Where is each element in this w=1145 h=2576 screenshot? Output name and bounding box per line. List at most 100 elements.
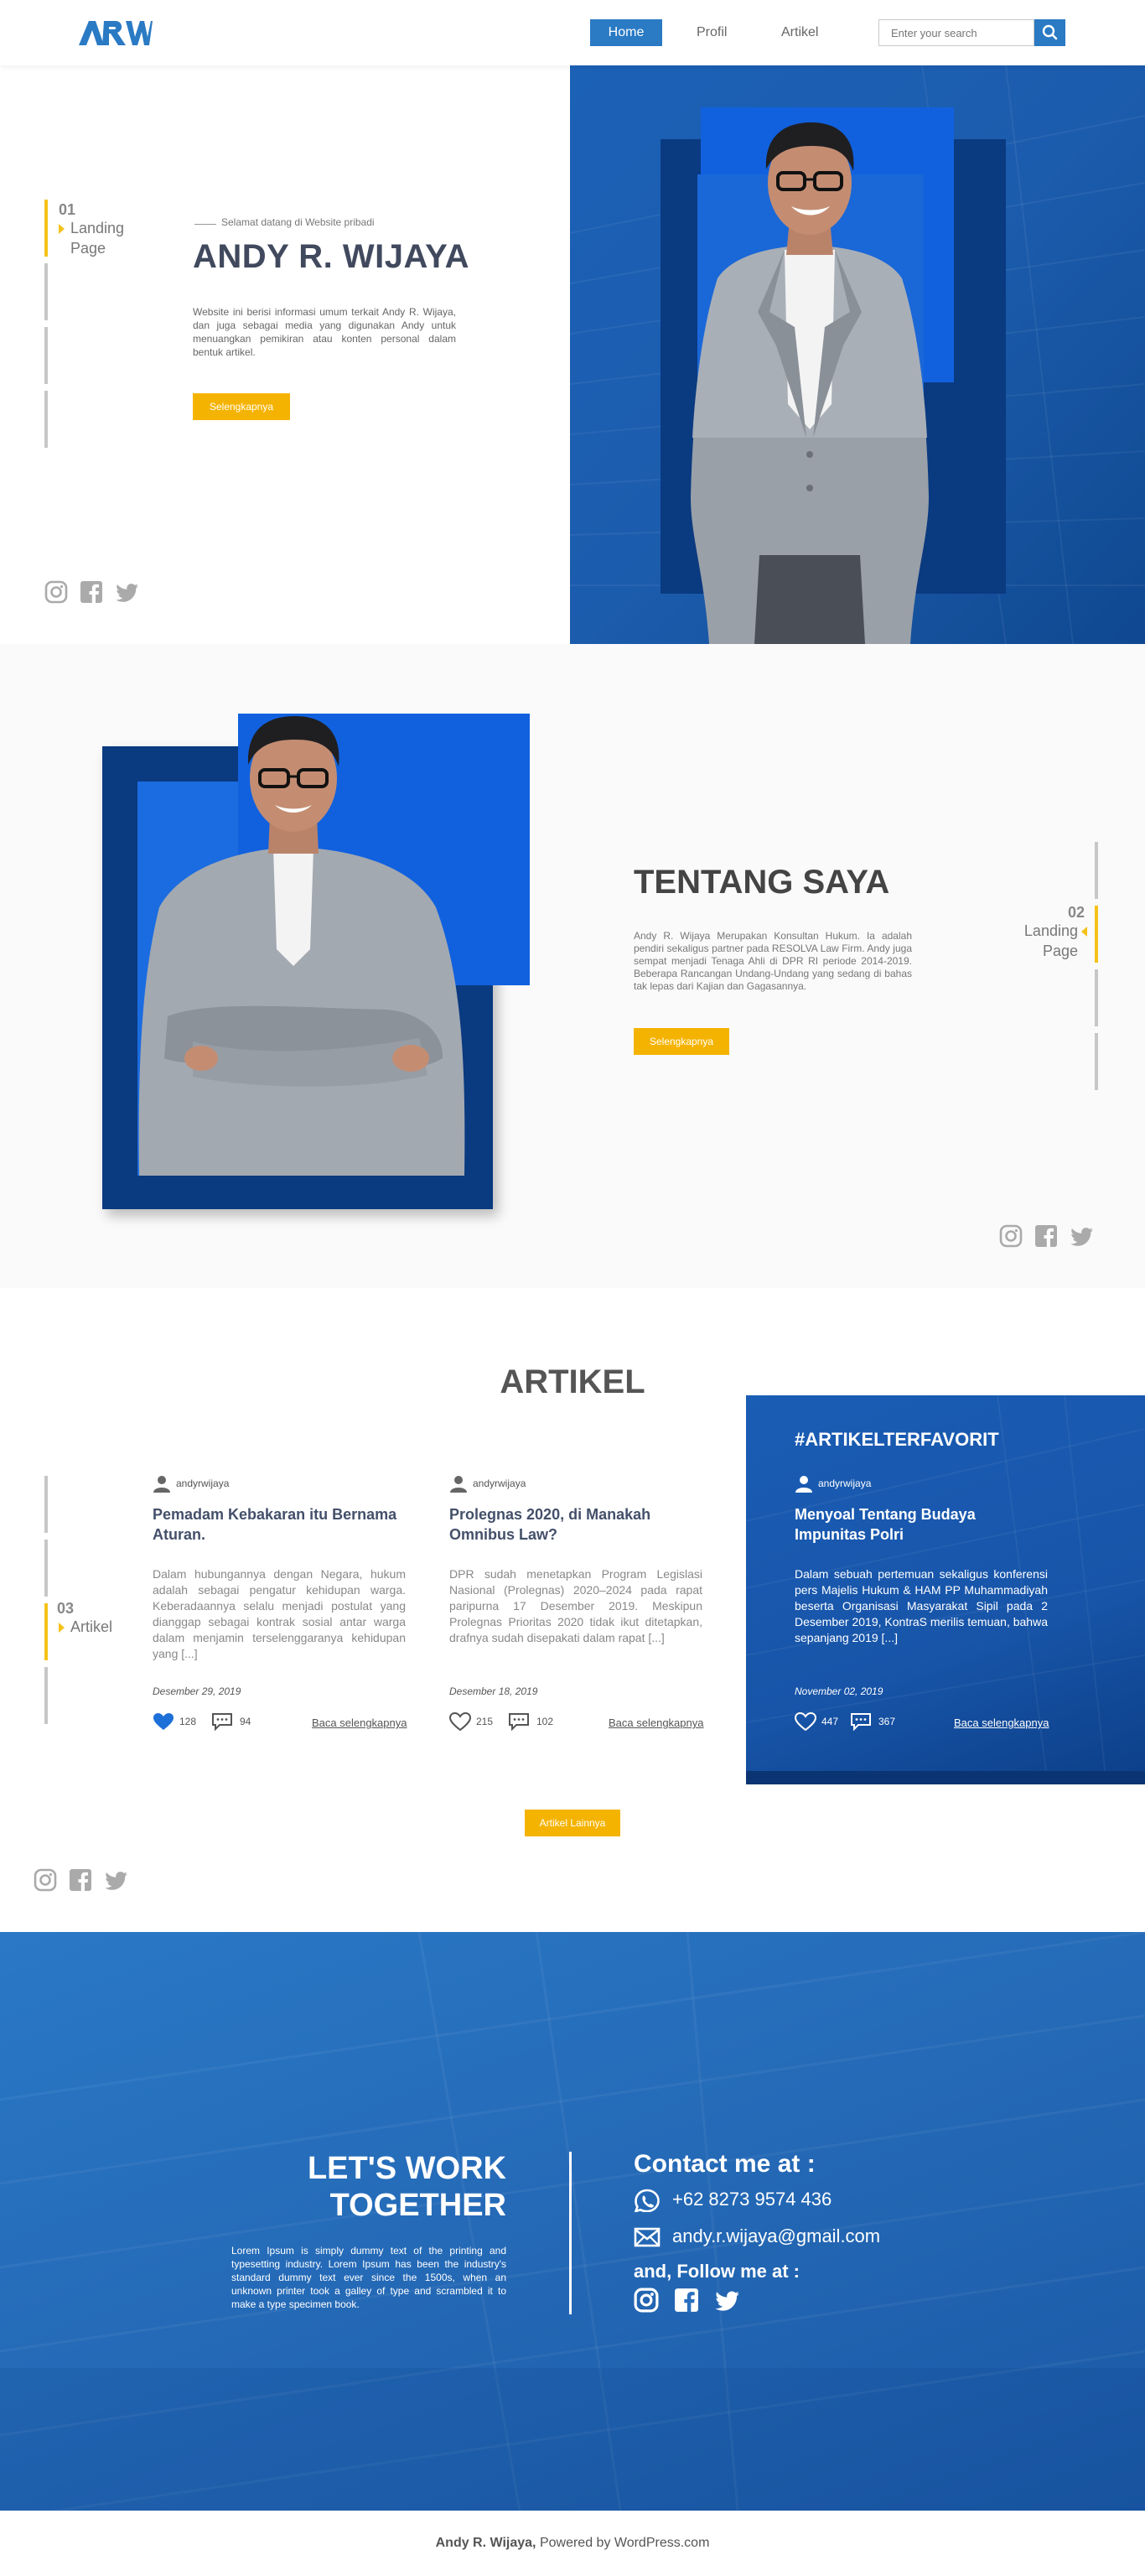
section-nav-item[interactable] (44, 263, 48, 320)
social-links (34, 1868, 127, 1892)
section-nav-label: Artikel (70, 1618, 113, 1635)
logo[interactable] (77, 18, 153, 47)
user-icon (153, 1476, 170, 1493)
nav-profil[interactable]: Profil (697, 19, 727, 46)
article-excerpt: DPR sudah menetapkan Program Legislasi N… (449, 1567, 702, 1644)
about-description: Andy R. Wijaya Merupakan Konsultan Hukum… (634, 930, 912, 992)
read-more-link[interactable]: Baca selengkapnya (609, 1716, 703, 1729)
section-nav-item[interactable] (1095, 1033, 1098, 1090)
social-links (44, 580, 138, 604)
like-count: 128 (179, 1716, 197, 1727)
like-count: 447 (821, 1716, 839, 1727)
section-nav-label: Page (1042, 943, 1078, 959)
favorite-tag: #ARTIKELTERFAVORIT (795, 1429, 999, 1450)
instagram-icon[interactable] (999, 1224, 1023, 1248)
article-excerpt: Dalam sebuah pertemuan sekaligus konfere… (795, 1567, 1048, 1644)
about-section: TENTANG SAYA Andy R. Wijaya Merupakan Ko… (0, 644, 1145, 1288)
section-nav (44, 200, 48, 451)
follow-label: and, Follow me at : (634, 2261, 800, 2282)
nav-artikel[interactable]: Artikel (781, 19, 818, 46)
lets-work-heading: LET'S WORK TOGETHER (308, 2150, 506, 2224)
about-more-button[interactable]: Selengkapnya (634, 1028, 729, 1055)
section-nav-item[interactable] (44, 1540, 48, 1597)
article-heading[interactable]: Prolegnas 2020, di Manakah Omnibus Law? (449, 1504, 702, 1545)
instagram-icon[interactable] (634, 2288, 659, 2313)
contact-section: LET'S WORK TOGETHER Lorem Ipsum is simpl… (0, 1932, 1145, 2511)
contact-title: Contact me at : (634, 2150, 816, 2178)
lets-work-line1: LET'S WORK (307, 2151, 506, 2186)
article-heading[interactable]: Menyoal Tentang Budaya Impunitas Polri (795, 1504, 1013, 1545)
read-more-link[interactable]: Baca selengkapnya (954, 1716, 1049, 1729)
article-date: November 02, 2019 (795, 1685, 883, 1697)
hero-name: ANDY R. WIJAYA (193, 238, 470, 275)
hero-more-button[interactable]: Selengkapnya (193, 393, 290, 420)
instagram-icon[interactable] (44, 580, 68, 604)
facebook-icon[interactable] (69, 1868, 92, 1892)
like-count: 215 (476, 1716, 494, 1727)
credits-powered[interactable]: Powered by WordPress.com (536, 2536, 709, 2550)
search-icon (1042, 24, 1058, 40)
articles-section: ARTIKEL 03 Artikel andyrwijaya Pemadam K… (0, 1288, 1145, 1932)
read-more-link[interactable]: Baca selengkapnya (312, 1716, 407, 1729)
section-nav-number: 02 (1068, 904, 1085, 921)
comment-count: 102 (536, 1716, 554, 1727)
section-nav-item-active[interactable] (44, 200, 48, 257)
section-nav-number: 03 (57, 1600, 75, 1617)
nav-home[interactable]: Home (590, 19, 662, 46)
search-button[interactable] (1034, 19, 1065, 46)
comment-icon[interactable] (850, 1712, 872, 1731)
contact-phone[interactable]: +62 8273 9574 436 (672, 2189, 832, 2210)
facebook-icon[interactable] (674, 2288, 699, 2313)
section-nav-item[interactable] (1095, 969, 1098, 1026)
section-nav (1095, 842, 1098, 1093)
section-nav-label: Landing (1023, 922, 1078, 939)
email-icon (634, 2227, 661, 2247)
section-nav-item[interactable] (44, 391, 48, 448)
instagram-icon[interactable] (34, 1868, 57, 1892)
vertical-divider (569, 2152, 572, 2314)
twitter-icon[interactable] (1070, 1224, 1093, 1248)
comment-icon[interactable] (211, 1712, 233, 1731)
site-header: Home Profil Artikel (0, 0, 1145, 65)
heart-icon[interactable] (153, 1712, 174, 1731)
heart-icon[interactable] (449, 1712, 471, 1731)
credits-name: Andy R. Wijaya, (435, 2536, 536, 2550)
twitter-icon[interactable] (115, 580, 138, 604)
facebook-icon[interactable] (1034, 1224, 1058, 1248)
section-nav-item-active[interactable] (1095, 906, 1098, 963)
article-author: andyrwijaya (473, 1478, 526, 1489)
search-input[interactable] (878, 19, 1034, 46)
section-nav-item[interactable] (44, 1476, 48, 1533)
section-nav-item[interactable] (1095, 842, 1098, 899)
profile-photo-arms-crossed (138, 716, 465, 1176)
welcome-text: Selamat datang di Website pribadi (221, 216, 375, 228)
twitter-icon[interactable] (104, 1868, 127, 1892)
section-nav (44, 1476, 48, 1727)
article-card[interactable]: andyrwijaya Prolegnas 2020, di Manakah O… (449, 1469, 703, 1737)
welcome-line (194, 224, 216, 225)
favorite-article-card[interactable]: #ARTIKELTERFAVORIT andyrwijaya Menyoal T… (746, 1395, 1145, 1784)
building-background (0, 1932, 1145, 2511)
comment-count: 367 (878, 1716, 896, 1727)
comment-count: 94 (240, 1716, 251, 1727)
section-nav-label: Page (70, 240, 106, 257)
lets-work-line2: TOGETHER (329, 2188, 506, 2223)
whatsapp-icon (634, 2189, 660, 2212)
section-nav-item[interactable] (44, 1667, 48, 1724)
hero-image-panel (570, 65, 1145, 644)
nav-arrow-icon (59, 1623, 65, 1633)
contact-email[interactable]: andy.r.wijaya@gmail.com (672, 2225, 880, 2247)
section-nav-item-active[interactable] (44, 1603, 48, 1660)
article-heading[interactable]: Pemadam Kebakaran itu Bernama Aturan. (153, 1504, 406, 1545)
more-articles-button[interactable]: Artikel Lainnya (525, 1810, 620, 1836)
comment-icon[interactable] (508, 1712, 530, 1731)
twitter-icon[interactable] (714, 2288, 739, 2313)
article-author: andyrwijaya (176, 1478, 230, 1489)
section-nav-item[interactable] (44, 327, 48, 384)
profile-photo-standing (691, 122, 929, 644)
section-nav-label: Landing (70, 220, 125, 236)
user-icon (450, 1476, 467, 1493)
facebook-icon[interactable] (80, 580, 103, 604)
article-card[interactable]: andyrwijaya Pemadam Kebakaran itu Bernam… (153, 1469, 407, 1737)
heart-icon[interactable] (795, 1712, 816, 1731)
